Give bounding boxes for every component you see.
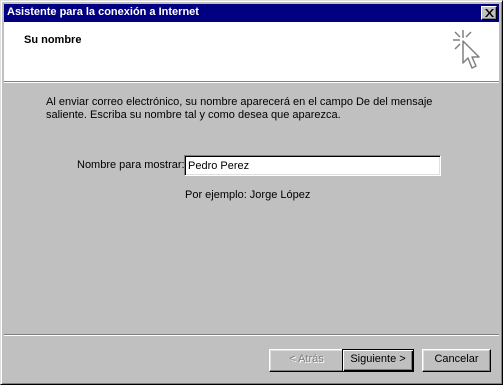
display-name-input[interactable] (184, 155, 441, 176)
wizard-cursor-icon (453, 30, 480, 69)
cancel-button[interactable]: Cancelar (422, 349, 491, 372)
wizard-window: Asistente para la conexión a Internet Su… (0, 0, 503, 385)
example-text: Por ejemplo: Jorge López (185, 189, 311, 201)
header-divider (4, 81, 499, 83)
footer-divider (4, 334, 499, 336)
back-button-label: < Atrás (289, 353, 324, 365)
close-button[interactable] (481, 6, 497, 20)
next-button[interactable]: Siguiente > (342, 349, 414, 372)
window-title: Asistente para la conexión a Internet (7, 6, 199, 18)
wizard-header: Su nombre (4, 22, 499, 81)
page-title: Su nombre (24, 34, 82, 46)
back-button[interactable]: < Atrás (269, 349, 344, 372)
close-icon (485, 9, 494, 17)
cancel-button-label: Cancelar (434, 353, 479, 365)
next-button-label: Siguiente > (350, 353, 406, 365)
description-text: Al enviar correo electrónico, su nombre … (46, 96, 433, 121)
title-bar[interactable]: Asistente para la conexión a Internet (4, 4, 499, 22)
display-name-label: Nombre para mostrar: (77, 159, 185, 171)
